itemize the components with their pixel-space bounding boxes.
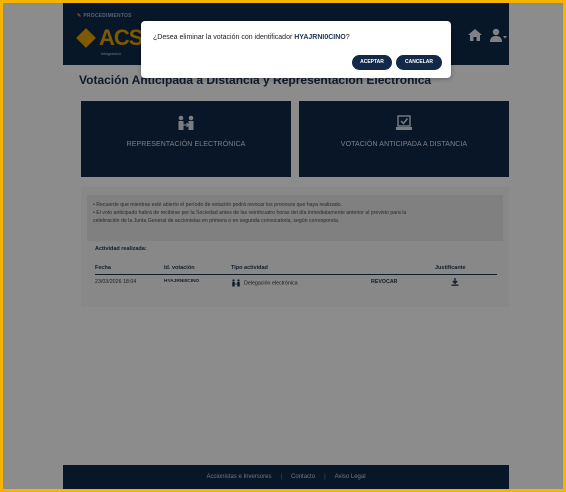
app-frame: ✎ PROCEDIMIENTOS ACS Integración Votación… xyxy=(3,3,563,489)
confirm-delete-dialog: ¿Desea eliminar la votación con identifi… xyxy=(141,21,451,78)
cancel-button[interactable]: CANCELAR xyxy=(396,55,442,70)
dialog-identifier: HYAJRNI0CINO xyxy=(294,34,346,41)
dialog-message: ¿Desea eliminar la votación con identifi… xyxy=(153,34,350,41)
accept-button[interactable]: ACEPTAR xyxy=(352,55,392,70)
